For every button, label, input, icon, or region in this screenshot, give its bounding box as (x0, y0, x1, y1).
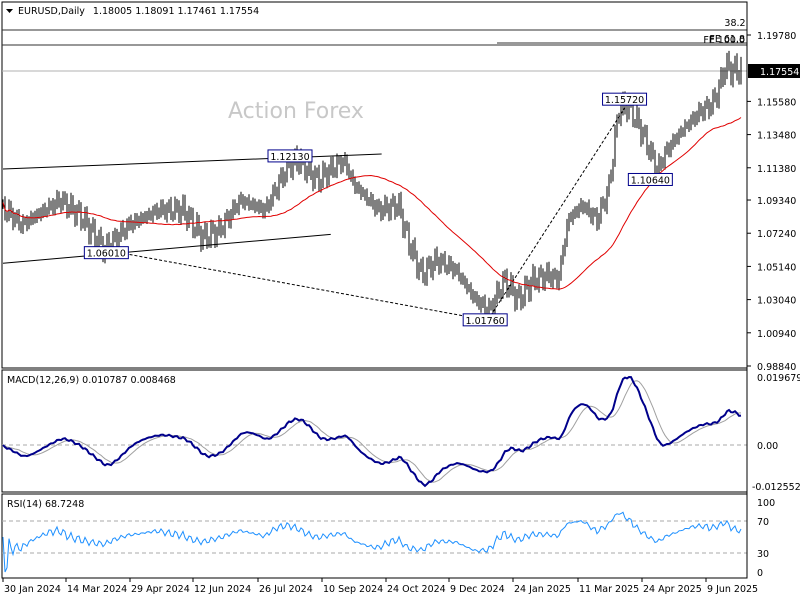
rsi-axis-100: 100 (757, 498, 775, 509)
symbol-title: EURUSD,Daily 1.18005 1.18091 1.17461 1.17… (18, 6, 259, 17)
price-axis-label: 1.09340 (757, 196, 796, 207)
time-axis-label: 26 Jul 2024 (259, 584, 313, 595)
price-annotation[interactable]: 1.12130 (267, 149, 313, 163)
price-axis-label: 1.15580 (757, 97, 796, 108)
time-axis-label: 12 Jun 2024 (194, 584, 251, 595)
macd-panel[interactable]: MACD(12,26,9) 0.010787 0.008468 0.019679… (1, 369, 800, 493)
time-axis[interactable]: 30 Jan 2024 14 Mar 2024 29 Apr 2024 12 Jun … (2, 578, 758, 595)
price-axis-label: 0.98840 (757, 362, 796, 373)
price-annotation[interactable]: 1.01760 (462, 313, 508, 327)
time-axis-label: 30 Jan 2024 (4, 584, 61, 595)
price-annotation[interactable]: 1.15720 (602, 92, 648, 106)
macd-panel-frame (1, 369, 748, 493)
annotation-text: 1.15720 (605, 95, 644, 106)
price-axis[interactable]: 1.19780 1.15580 1.13480 1.11380 1.09340 1.072… (747, 31, 796, 373)
rsi-label: RSI(14) 68.7248 (7, 499, 84, 510)
price-annotation[interactable]: 1.06010 (83, 246, 129, 260)
price-axis-label: 1.03040 (757, 296, 796, 307)
trading-chart[interactable]: Action Forex EURUSD,Daily 1.18005 1.18091… (0, 0, 800, 600)
time-axis-label: 24 Oct 2024 (387, 584, 446, 595)
price-axis-label: 1.07240 (757, 229, 796, 240)
macd-axis-min: -0.012552 (752, 482, 800, 493)
time-axis-label: 10 Sep 2024 (323, 584, 383, 595)
annotation-text: 1.01760 (466, 316, 505, 327)
price-axis-label: 1.13480 (757, 131, 796, 142)
fe-100-label: FE 100.0 (703, 35, 745, 46)
price-axis-label: 1.19780 (757, 31, 796, 42)
rsi-axis-70: 70 (757, 517, 769, 528)
price-panel[interactable]: Action Forex EURUSD,Daily 1.18005 1.18091… (1, 1, 748, 369)
time-axis-label: 24 Apr 2025 (643, 584, 702, 595)
rsi-panel[interactable]: RSI(14) 68.7248 100 70 30 0 (1, 493, 775, 579)
rsi-axis-30: 30 (757, 549, 769, 560)
price-axis-label: 1.11380 (757, 164, 796, 175)
time-axis-label: 9 Dec 2024 (450, 584, 505, 595)
rsi-axis-0: 0 (757, 568, 763, 579)
time-axis-label: 24 Jan 2025 (514, 584, 571, 595)
price-axis-label: 1.05140 (757, 262, 796, 273)
macd-axis-zero: 0.00 (757, 441, 778, 452)
macd-label: MACD(12,26,9) 0.010787 0.008468 (7, 375, 176, 386)
price-axis-label: 1.00940 (757, 329, 796, 340)
price-annotation[interactable]: 1.10640 (627, 172, 673, 186)
annotation-text: 1.10640 (631, 175, 670, 186)
fib-38-label: 38.2 (724, 18, 745, 29)
time-axis-label: 29 Apr 2024 (131, 584, 190, 595)
rsi-panel-frame (1, 493, 748, 579)
annotation-text: 1.12130 (270, 152, 309, 163)
time-axis-label: 14 Mar 2024 (67, 584, 127, 595)
annotation-text: 1.06010 (87, 249, 126, 260)
time-axis-label: 11 Mar 2025 (579, 584, 639, 595)
watermark: Action Forex (228, 99, 364, 124)
macd-axis-max: 0.019679 (757, 373, 800, 384)
current-price-value: 1.17554 (760, 67, 799, 78)
time-axis-label: 9 Jun 2025 (707, 584, 758, 595)
